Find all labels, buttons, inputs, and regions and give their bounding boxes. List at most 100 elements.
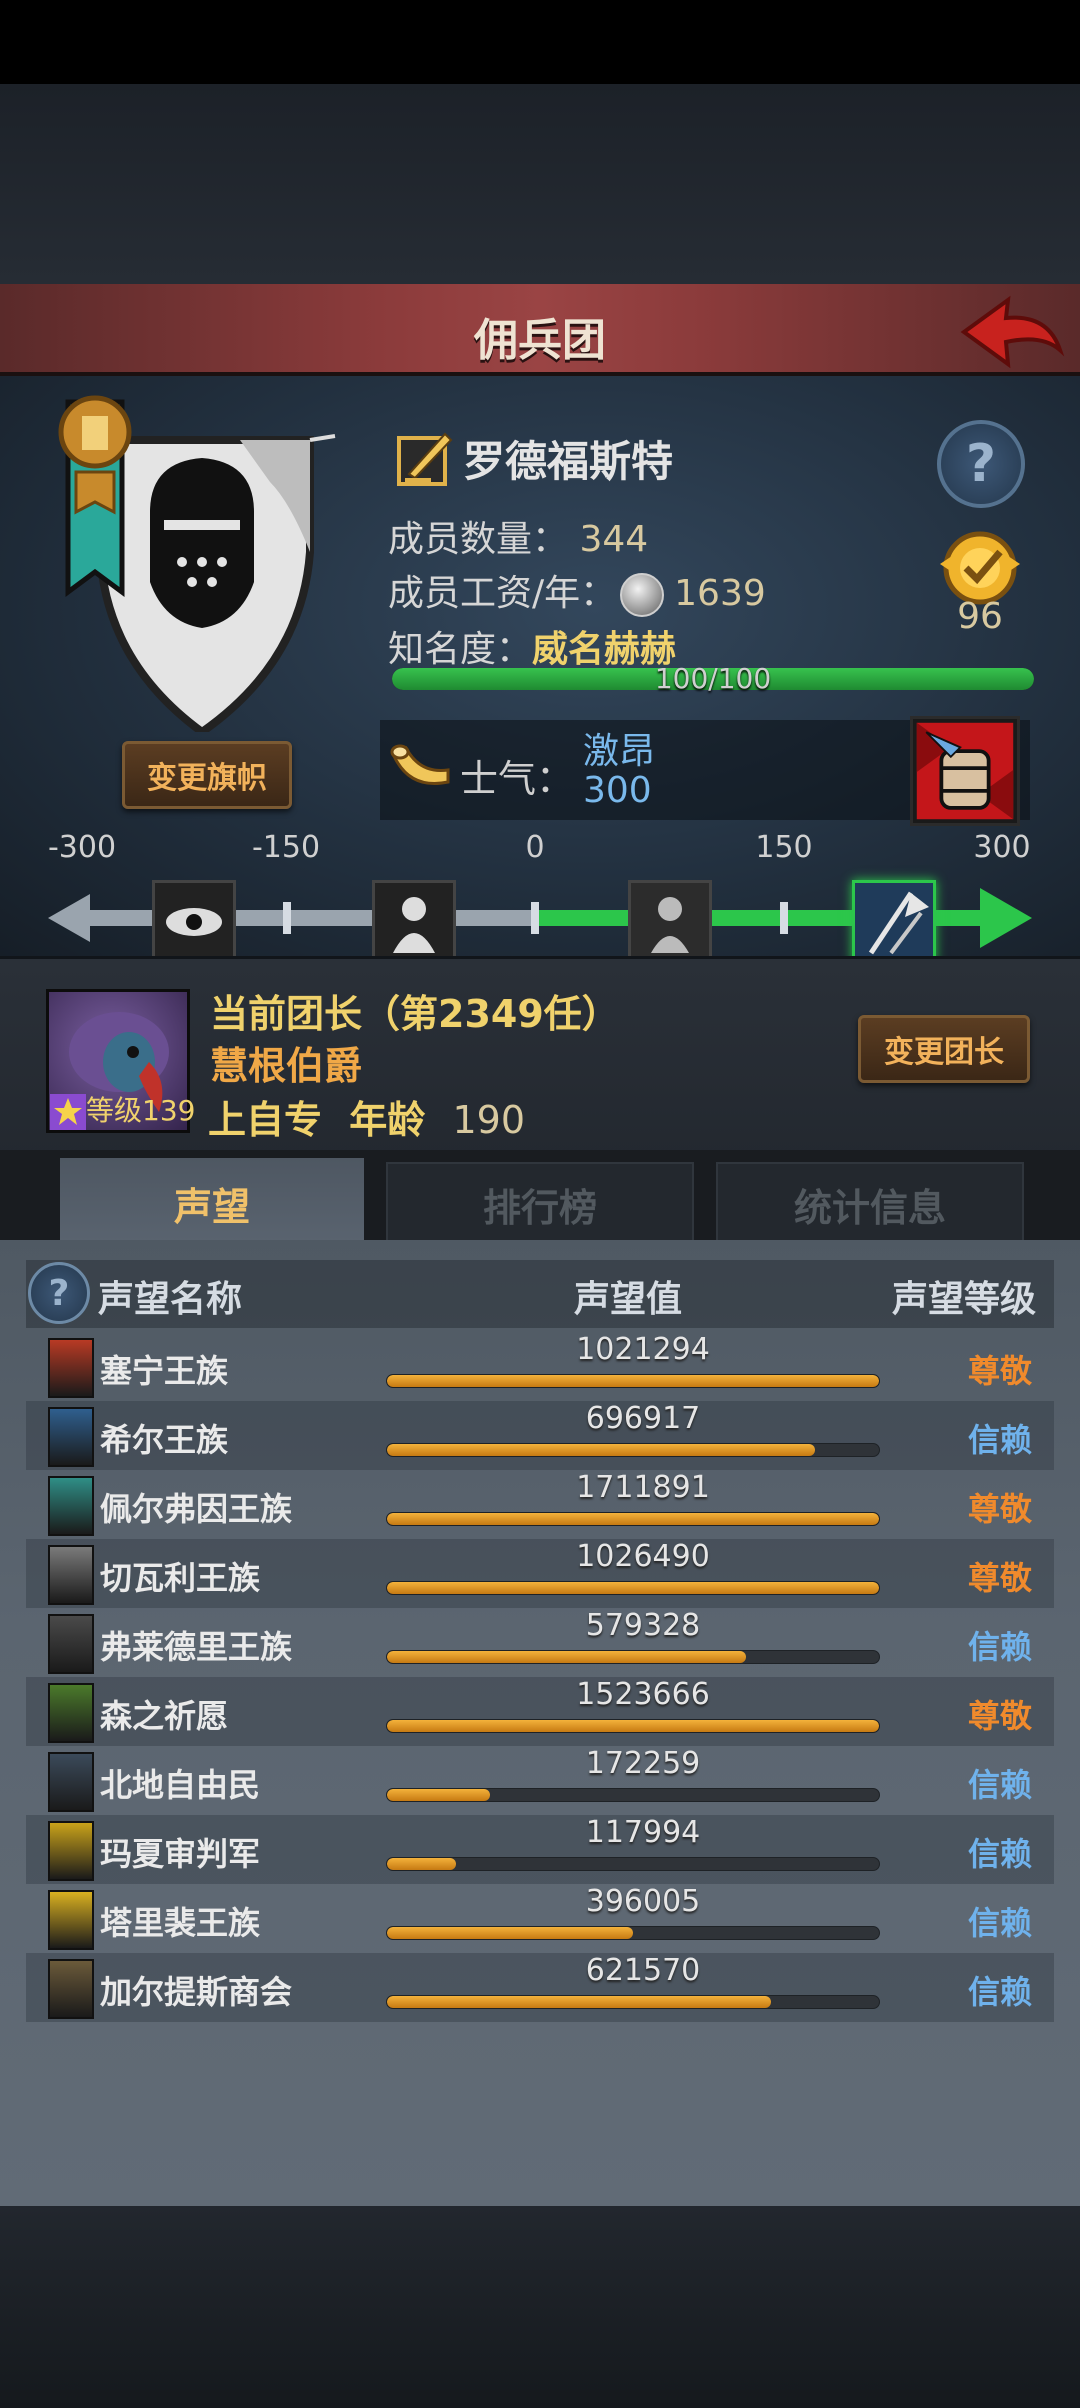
tab-statistics[interactable]: 统计信息 [716,1162,1024,1246]
morale-node-despair[interactable] [152,880,236,964]
reputation-value: 621570 [585,1953,701,1988]
status-bar [0,0,1080,84]
reputation-bar-fill [387,1996,771,2008]
reputation-row[interactable]: 切瓦利王族 1026490 尊敬 [26,1539,1054,1608]
reputation-name: 北地自由民 [100,1766,261,1804]
barrel-feast-icon[interactable] [910,716,1020,826]
morale-track: -300 -150 0 150 300 [40,830,1040,964]
reputation-name: 希尔王族 [100,1421,229,1459]
age-label: 年龄 [349,1098,426,1142]
tick-label: -300 [47,830,117,865]
background-upper [0,84,1080,284]
reputation-bar-fill [387,1720,879,1732]
reputation-row[interactable]: 希尔王族 696917 信赖 [26,1401,1054,1470]
wage-value: 1639 [674,573,766,614]
reputation-level: 尊敬 [967,1490,1032,1528]
tick-label: 300 [973,830,1031,865]
guild-name: 罗德福斯特 [463,436,674,486]
reputation-value: 579328 [585,1608,701,1643]
reputation-level: 尊敬 [967,1352,1032,1390]
morale-node-low[interactable] [372,880,456,964]
level-star-icon [50,1094,86,1130]
reputation-bar [386,1374,880,1388]
age-value: 190 [452,1098,526,1142]
reputation-value: 117994 [585,1815,701,1850]
blue-crest-icon [48,1407,94,1467]
reputation-name: 玛夏审判军 [100,1835,261,1873]
member-count-line: 成员数量： 344 [388,510,648,562]
guild-banner-crest[interactable] [40,392,340,732]
tick-label: 0 [525,830,545,865]
leader-trait: 上自专 [208,1098,323,1142]
horn-icon [390,744,450,785]
reputation-value: 172259 [585,1746,701,1781]
morale-value: 300 [583,770,652,811]
reputation-bar-fill [387,1858,456,1870]
back-arrow-icon[interactable] [956,294,1066,370]
reputation-level: 信赖 [967,1766,1032,1804]
axe-crest-icon [48,1752,94,1812]
change-banner-button[interactable]: 变更旗帜 [122,741,292,809]
rank-number: 96 [957,596,1003,637]
skull-crest-icon [48,1614,94,1674]
header-reputation-name: 声望名称 [98,1279,243,1320]
reputation-bar [386,1512,880,1526]
eye-icon [155,883,233,961]
header-reputation-value: 声望值 [574,1279,683,1320]
rally-banner-icon [855,883,933,961]
chest-crest-icon [48,1959,94,2019]
reputation-row[interactable]: 塞宁王族 1021294 尊敬 [26,1332,1054,1401]
reputation-bar-fill [387,1513,879,1525]
reputation-row[interactable]: 玛夏审判军 117994 信赖 [26,1815,1054,1884]
reputation-level: 信赖 [967,1835,1032,1873]
reputation-help-button[interactable]: ? [28,1262,90,1324]
tree-crest-icon [48,1683,94,1743]
reputation-row[interactable]: 北地自由民 172259 信赖 [26,1746,1054,1815]
reputation-value: 696917 [585,1401,701,1436]
tab-reputation[interactable]: 声望 [60,1158,364,1248]
header-reputation-level: 声望等级 [892,1279,1037,1320]
reputation-level: 信赖 [967,1421,1032,1459]
reputation-bar-fill [387,1927,633,1939]
reputation-name: 加尔提斯商会 [100,1973,293,2011]
leader-name: 慧根伯爵 [210,1044,363,1088]
reputation-row[interactable]: 森之祈愿 1523666 尊敬 [26,1677,1054,1746]
guild-name-row: 罗德福斯特 [395,426,673,490]
leader-info: 上自专 年龄 190 [208,1089,525,1144]
reputation-bar [386,1995,880,2009]
fame-progress-text: 100/100 [654,662,772,695]
reputation-level: 信赖 [967,1628,1032,1666]
teal-crest-icon [48,1476,94,1536]
reputation-bar [386,1719,880,1733]
wage-label: 成员工资/年： [388,573,617,614]
help-button[interactable]: ? [937,420,1025,508]
tick-label: 150 [755,830,813,865]
crown-crest-icon [48,1890,94,1950]
reputation-name: 切瓦利王族 [100,1559,261,1597]
reputation-name: 森之祈愿 [100,1697,229,1735]
leader-level-badge: 等级139 [50,1089,198,1130]
morale-node-high[interactable] [852,880,936,964]
change-leader-button[interactable]: 变更团长 [858,1015,1030,1083]
reputation-row[interactable]: 弗莱德里王族 579328 信赖 [26,1608,1054,1677]
reputation-bar-fill [387,1651,747,1663]
silver-coin-icon [620,573,665,617]
reputation-row[interactable]: 塔里裴王族 396005 信赖 [26,1884,1054,1953]
reputation-row[interactable]: 佩尔弗因王族 1711891 尊敬 [26,1470,1054,1539]
wage-line: 成员工资/年： 1639 [388,564,766,617]
sun-crest-icon [48,1821,94,1881]
member-count-label: 成员数量： [388,519,569,560]
reputation-bar [386,1926,880,1940]
tab-leaderboard[interactable]: 排行榜 [386,1162,694,1246]
morale-node-normal[interactable] [628,880,712,964]
calm-figure-icon [631,883,709,961]
reputation-row[interactable]: 加尔提斯商会 621570 信赖 [26,1953,1054,2022]
reputation-level: 信赖 [967,1973,1032,2011]
rename-quill-icon[interactable] [395,428,455,488]
reputation-bar-fill [387,1789,491,1801]
level-value: 139 [142,1094,196,1127]
tick-label: -150 [251,830,321,865]
reputation-value: 1021294 [576,1332,710,1367]
reputation-name: 佩尔弗因王族 [100,1490,293,1528]
leader-title: 当前团长（第2349任） [210,992,620,1036]
